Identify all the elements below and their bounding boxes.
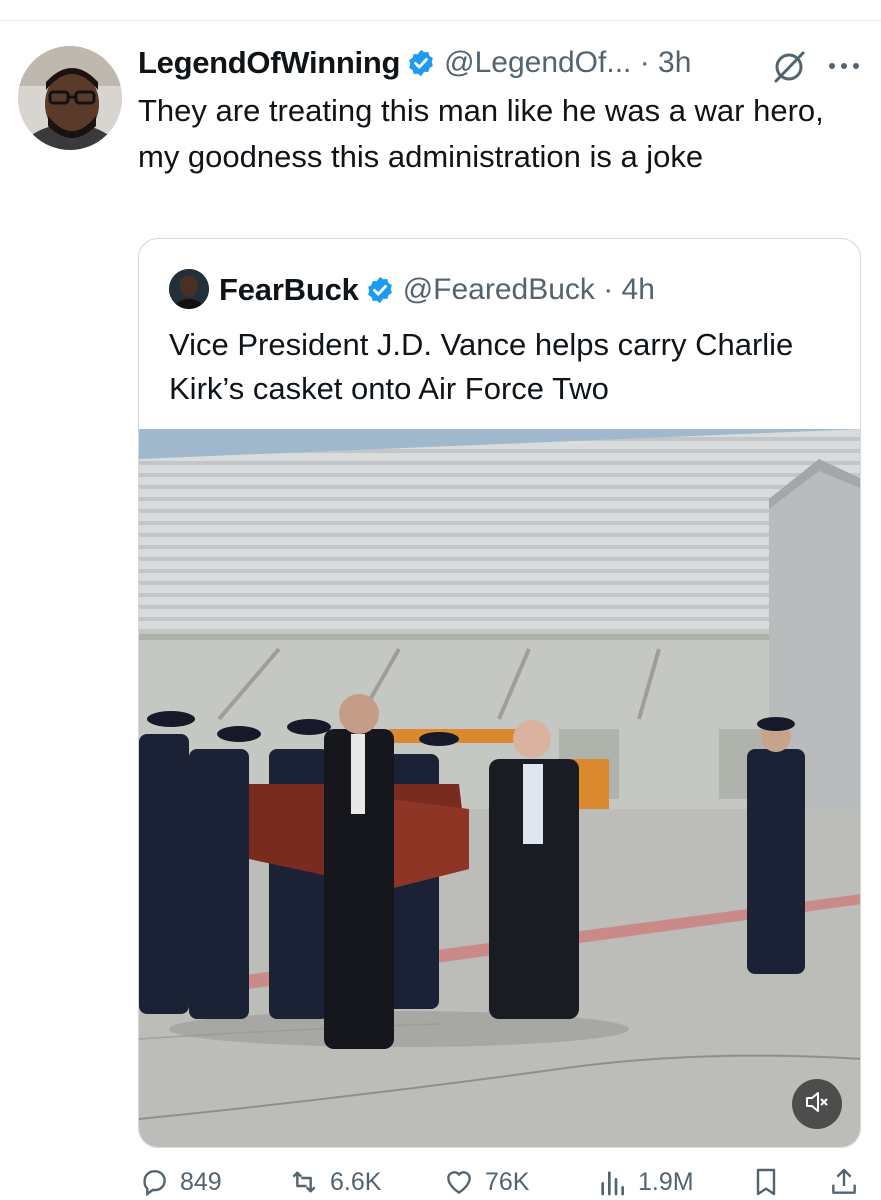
repost-button[interactable]: 6.6K [288,1166,381,1198]
mute-icon [804,1089,830,1120]
bookmark-button[interactable] [750,1166,792,1198]
quoted-author-avatar[interactable] [169,269,209,309]
verified-badge-icon [406,48,436,78]
author-display-name[interactable]: LegendOfWinning [138,45,400,81]
quoted-display-name[interactable]: FearBuck [219,272,359,308]
share-button[interactable] [828,1166,870,1198]
grok-icon[interactable] [770,48,808,86]
views-button[interactable]: 1.9M [596,1166,694,1198]
quoted-tweet-card[interactable]: FearBuck @FearedBuck · 4h Vice President… [138,238,861,1148]
like-button[interactable]: 76K [443,1166,529,1198]
quoted-tweet-header: FearBuck @FearedBuck · 4h [219,269,655,311]
mute-button[interactable] [792,1079,842,1129]
quoted-tweet-text: Vice President J.D. Vance helps carry Ch… [169,327,794,406]
views-icon [601,1171,624,1196]
tweet-text: They are treating this man like he was a… [138,93,824,174]
views-count: 1.9M [638,1167,694,1196]
author-handle-time[interactable]: @LegendOf... · 3h [444,46,691,80]
repost-count: 6.6K [330,1167,382,1196]
reply-icon [143,1170,166,1197]
tweet-action-bar: 849 6.6K 76K 1.9M [138,1166,861,1200]
reply-count: 849 [180,1167,222,1196]
quoted-handle-time[interactable]: @FearedBuck · 4h [403,273,655,307]
author-avatar[interactable] [18,46,122,150]
verified-badge-icon [365,275,395,305]
bookmark-icon [756,1168,776,1196]
repost-icon [292,1171,316,1193]
like-icon [447,1171,471,1195]
quoted-tweet-video[interactable] [139,429,860,1147]
top-divider [0,20,881,21]
reply-button[interactable]: 849 [138,1166,222,1198]
more-icon[interactable] [826,54,862,78]
like-count: 76K [485,1167,530,1196]
share-icon [832,1168,856,1194]
tweet-header: LegendOfWinning @LegendOf... · 3h [138,40,691,86]
